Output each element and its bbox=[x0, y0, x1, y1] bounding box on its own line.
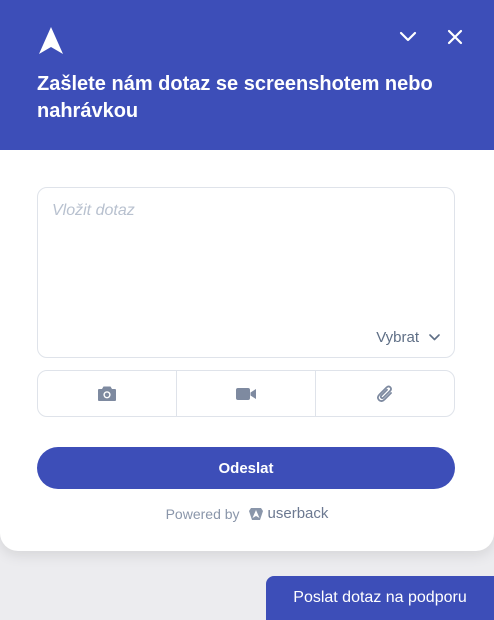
question-textarea[interactable]: Vložit dotaz Vybrat bbox=[37, 187, 455, 358]
attach-file-button[interactable] bbox=[315, 371, 454, 416]
close-button[interactable] bbox=[442, 24, 468, 50]
camera-icon bbox=[98, 386, 116, 401]
feedback-widget: Zašlete nám dotaz se screenshotem nebo n… bbox=[0, 0, 494, 551]
powered-by[interactable]: Powered by userback bbox=[0, 505, 494, 522]
category-select-label: Vybrat bbox=[376, 329, 419, 346]
screenshot-button[interactable] bbox=[38, 371, 176, 416]
paperclip-icon bbox=[376, 385, 392, 402]
minimize-button[interactable] bbox=[395, 24, 421, 50]
userback-logo-icon bbox=[39, 27, 63, 54]
userback-logo-icon bbox=[248, 507, 263, 520]
submit-button[interactable]: Odeslat bbox=[37, 447, 455, 489]
close-icon bbox=[447, 29, 463, 45]
userback-brand: userback bbox=[248, 505, 329, 522]
textarea-placeholder: Vložit dotaz bbox=[52, 202, 135, 219]
category-select[interactable]: Vybrat bbox=[376, 329, 440, 346]
chevron-down-icon bbox=[399, 31, 417, 42]
powered-by-label: Powered by bbox=[165, 505, 240, 522]
chevron-down-icon bbox=[429, 334, 440, 341]
widget-header: Zašlete nám dotaz se screenshotem nebo n… bbox=[0, 0, 494, 150]
support-launcher-button[interactable]: Poslat dotaz na podporu bbox=[266, 576, 494, 620]
capture-toolbar bbox=[37, 370, 455, 417]
record-video-button[interactable] bbox=[176, 371, 315, 416]
userback-brand-name: userback bbox=[267, 505, 329, 522]
video-icon bbox=[236, 387, 256, 400]
widget-title: Zašlete nám dotaz se screenshotem nebo n… bbox=[37, 73, 433, 122]
